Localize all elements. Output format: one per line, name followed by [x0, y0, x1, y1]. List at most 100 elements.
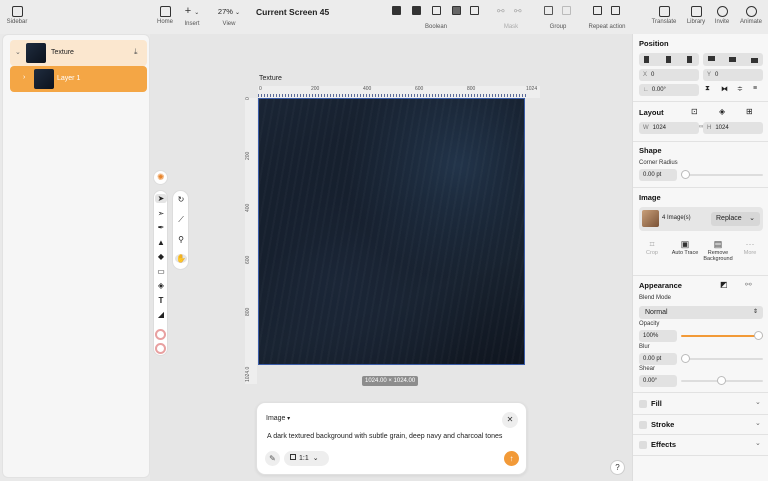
opacity-field[interactable]: 100% [639, 330, 677, 342]
direct-select-icon[interactable]: ➣ [155, 209, 167, 218]
color-swatch-icon[interactable] [155, 343, 166, 354]
invite-button[interactable]: Invite [711, 6, 733, 25]
texture-image[interactable] [258, 98, 525, 365]
select-tool-icon[interactable]: ➤ [155, 194, 167, 203]
align-middle-icon[interactable] [729, 57, 736, 62]
ai-assist-button[interactable]: ✺ [153, 170, 168, 185]
insert-button[interactable]: + ⌄ Insert [181, 6, 203, 28]
redo-icon[interactable] [611, 6, 620, 15]
aspect-ratio-dropdown[interactable]: 1:1 ⌄ [284, 451, 329, 466]
more-button[interactable]: ⋯ More [737, 239, 763, 256]
ruler-label: 800 [467, 86, 476, 92]
exclude-icon[interactable] [452, 6, 461, 15]
animate-button[interactable]: Animate [737, 6, 765, 25]
remove-background-button[interactable]: ▤ Remove Background [701, 239, 735, 262]
blur-knob[interactable] [681, 354, 690, 363]
download-icon[interactable]: ⤓ [134, 47, 138, 57]
invite-icon [716, 6, 728, 17]
rotation-field[interactable]: ∟ 0.00° [639, 84, 699, 96]
crop-button[interactable]: ⌗ Crop [639, 239, 665, 256]
attach-button[interactable]: ✎ [265, 451, 280, 466]
flip-horizontal-icon[interactable]: ⧓ [721, 85, 728, 93]
mode-dropdown[interactable]: Image ▾ [266, 415, 290, 422]
align-top-icon[interactable] [708, 56, 715, 61]
help-button[interactable]: ? [610, 460, 625, 475]
align-bottom-icon[interactable] [751, 58, 758, 63]
blur-field[interactable]: 0.00 pt [639, 353, 677, 365]
pen-tool-icon[interactable]: ✒ [155, 223, 167, 232]
replace-dropdown[interactable]: Replace ⌄ [711, 212, 760, 226]
stroke-section-header[interactable]: Stroke ⌄ [633, 414, 768, 434]
stroke-checkbox[interactable] [639, 421, 647, 429]
ruler-ticks [258, 94, 528, 97]
width-field[interactable]: W 1024 [639, 122, 699, 134]
undo-icon[interactable] [593, 6, 602, 15]
rotate-icon[interactable]: ↻ [175, 195, 187, 204]
unmask-icon[interactable]: ⚯ [514, 6, 522, 17]
auto-trace-button[interactable]: ▣ Auto Trace [671, 239, 699, 256]
opacity-slider[interactable] [681, 335, 763, 337]
y-field[interactable]: Y0 [703, 69, 763, 81]
effects-section-header[interactable]: Effects ⌄ [633, 434, 768, 455]
mask-icon[interactable]: ⚯ [497, 6, 505, 17]
group-icon[interactable] [544, 6, 553, 15]
library-button[interactable]: Library [683, 6, 709, 25]
style-icon[interactable]: ◩ [720, 280, 728, 289]
flip-vertical-icon[interactable]: ⧗ [705, 85, 710, 93]
x-field[interactable]: X0 [639, 69, 699, 81]
color-swatch-icon[interactable] [155, 329, 166, 340]
sidebar-toggle-button[interactable]: Sidebar [6, 6, 28, 25]
blur-slider[interactable] [681, 358, 763, 360]
align-right-icon[interactable] [687, 56, 692, 63]
layers-icon[interactable]: ◈ [719, 107, 725, 116]
eraser-shape-icon[interactable]: ◆ [155, 252, 167, 261]
prompt-input[interactable]: A dark textured background with subtle g… [267, 433, 522, 440]
corner-radius-slider[interactable] [681, 174, 763, 176]
visibility-icon[interactable]: ⚯ [745, 280, 752, 289]
effects-checkbox[interactable] [639, 441, 647, 449]
ungroup-icon[interactable] [562, 6, 571, 15]
fill-checkbox[interactable] [639, 400, 647, 408]
more-options-icon[interactable]: ≡ [753, 85, 757, 92]
corner-radius-field[interactable]: 0.00 pt [639, 169, 677, 181]
blend-mode-select[interactable]: Normal ⇕ [639, 306, 763, 319]
chevron-down-icon[interactable]: ⌄ [15, 48, 21, 56]
align-center-icon[interactable] [666, 56, 671, 63]
translate-button[interactable]: Translate [650, 6, 678, 25]
opacity-knob[interactable] [754, 331, 763, 340]
rectangle-tool-icon[interactable]: ▭ [155, 267, 167, 276]
height-field[interactable]: H 1024 [703, 122, 763, 134]
layer-row-layer-1[interactable]: › Layer 1 [10, 66, 147, 92]
subtract-icon[interactable] [412, 6, 421, 15]
secondary-tool-palette: ↻ ⟋ ⚲ ✋ [172, 190, 189, 270]
align-left-icon[interactable] [644, 56, 649, 63]
union-icon[interactable] [392, 6, 401, 15]
eraser-tool-icon[interactable]: ◢ [155, 310, 167, 319]
frame-label[interactable]: Texture [259, 75, 282, 82]
layer-row-texture[interactable]: ⌄ Texture ⤓ [10, 40, 147, 66]
line-tool-icon[interactable]: ⟋ [175, 215, 187, 225]
shear-knob[interactable] [717, 376, 726, 385]
brush-tool-icon[interactable]: ▲ [155, 238, 167, 247]
screen-title[interactable]: Current Screen 45 [256, 7, 329, 17]
corner-radius-knob[interactable] [681, 170, 690, 179]
distribute-icon[interactable]: ≑ [737, 85, 743, 93]
flatten-icon[interactable] [470, 6, 479, 15]
shear-field[interactable]: 0.00° [639, 375, 677, 387]
fill-tool-icon[interactable]: ◈ [155, 281, 167, 290]
flip-group: ⧗ ⧓ ≑ ≡ [703, 84, 763, 96]
view-zoom-dropdown[interactable]: 27% ⌄ View [212, 6, 246, 27]
home-button[interactable]: Home [155, 6, 175, 25]
close-button[interactable]: ✕ [502, 412, 518, 428]
chevron-down-icon: ⌄ [749, 215, 755, 222]
resize-icon[interactable]: ⊡ [691, 107, 698, 116]
hand-tool-icon[interactable]: ✋ [175, 254, 187, 263]
generate-button[interactable]: ↑ [504, 451, 519, 466]
text-tool-icon[interactable]: T [155, 296, 167, 305]
position-title: Position [639, 39, 669, 48]
intersect-icon[interactable] [432, 6, 441, 15]
grid-icon[interactable]: ⊞ [746, 107, 753, 116]
chevron-right-icon[interactable]: › [23, 74, 25, 81]
zoom-icon[interactable]: ⚲ [175, 235, 187, 244]
fill-section-header[interactable]: Fill ⌄ [633, 393, 768, 413]
